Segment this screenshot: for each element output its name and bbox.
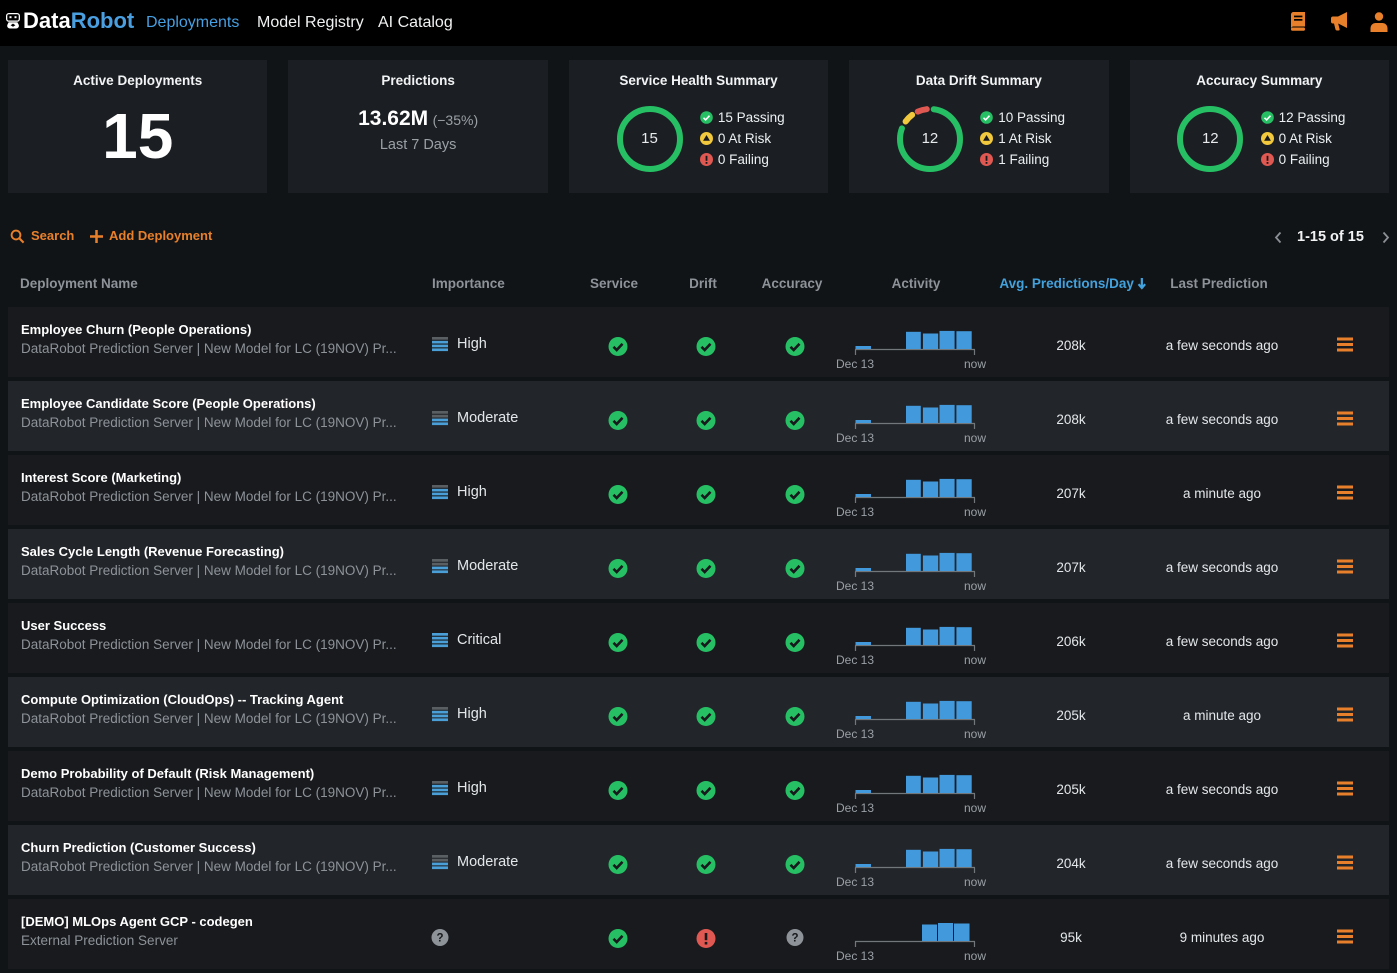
svg-text:?: ? [791, 933, 798, 945]
svg-text:now: now [964, 727, 986, 741]
svg-text:Dec 13: Dec 13 [836, 727, 874, 741]
svg-text:Dec 13: Dec 13 [836, 431, 874, 445]
svg-text:now: now [964, 431, 986, 445]
svg-text:Dec 13: Dec 13 [836, 801, 874, 815]
svg-text:Dec 13: Dec 13 [836, 579, 874, 593]
svg-text:now: now [964, 579, 986, 593]
svg-text:Dec 13: Dec 13 [836, 653, 874, 667]
svg-text:Dec 13: Dec 13 [836, 357, 874, 371]
svg-text:now: now [964, 875, 986, 889]
svg-text:now: now [964, 653, 986, 667]
svg-text:now: now [964, 357, 986, 371]
svg-text:now: now [964, 505, 986, 519]
svg-text:Dec 13: Dec 13 [836, 949, 874, 963]
svg-text:now: now [964, 801, 986, 815]
svg-text:?: ? [436, 933, 443, 945]
svg-text:Dec 13: Dec 13 [836, 875, 874, 889]
svg-text:Dec 13: Dec 13 [836, 505, 874, 519]
svg-text:now: now [964, 949, 986, 963]
